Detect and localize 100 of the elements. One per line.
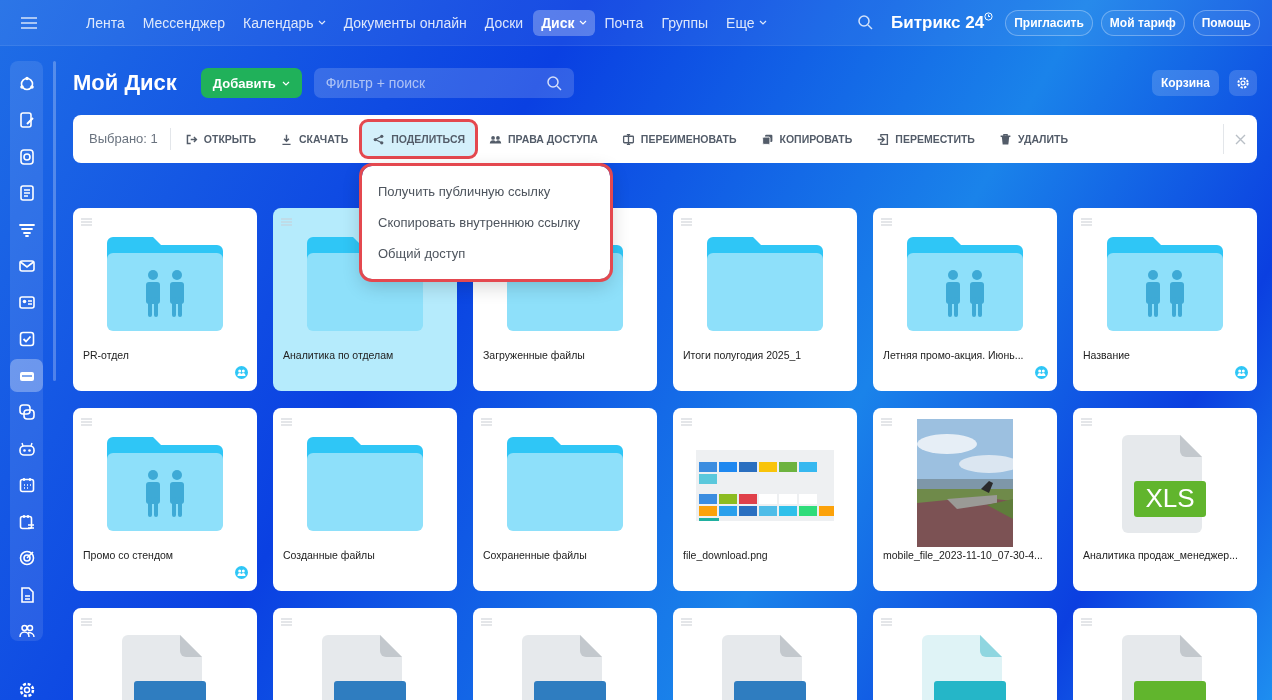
settings-icon[interactable] — [17, 681, 36, 699]
file-card[interactable]: XLS Аналитика продаж_менеджер... — [1073, 408, 1257, 591]
nav-tab[interactable]: Еще — [718, 9, 775, 36]
file-card[interactable]: file_download.png — [673, 408, 857, 591]
drag-handle-icon[interactable] — [81, 418, 92, 426]
file-name: Итоги полугодия 2025_1 — [682, 348, 802, 361]
chevron-icon — [281, 80, 290, 86]
drag-handle-icon[interactable] — [481, 418, 492, 426]
header-button[interactable]: Пригласить — [1005, 9, 1093, 36]
folder-icon — [307, 434, 423, 531]
nav-tab[interactable]: Доски — [476, 9, 532, 36]
nav-tab[interactable]: Почта — [596, 9, 652, 36]
chevron-icon — [578, 20, 587, 25]
drag-handle-icon[interactable] — [81, 218, 92, 226]
checkbox-icon — [17, 330, 36, 348]
menu-icon[interactable] — [20, 16, 37, 29]
trash-button[interactable]: Корзина — [1151, 70, 1219, 96]
nav-tab[interactable]: Группы — [653, 9, 717, 36]
nav-tab[interactable]: Календарь — [235, 9, 334, 36]
folder-icon — [507, 434, 623, 531]
nav-tab[interactable]: Лента — [78, 9, 133, 36]
toolbar-action[interactable]: ОТКРЫТЬ — [174, 122, 267, 156]
clock-icon — [984, 12, 994, 21]
trash-icon — [998, 132, 1012, 146]
drag-handle-icon[interactable] — [881, 218, 892, 226]
file-name: PR-отдел — [82, 348, 129, 361]
toolbar-action[interactable]: КОПИРОВАТЬ — [750, 122, 863, 156]
settings-icon — [1236, 76, 1250, 90]
file-name: Сохраненные файлы — [482, 548, 587, 561]
shared-folder-icon — [107, 234, 223, 331]
toolbar-action[interactable]: ПРАВА ДОСТУПА — [479, 122, 608, 156]
file-card[interactable]: Сохраненные файлы — [473, 408, 657, 591]
search-icon[interactable] — [858, 15, 873, 30]
shared-folder-icon — [107, 434, 223, 531]
file-name: Аналитика продаж_менеджер... — [1082, 548, 1238, 561]
chevron-icon — [317, 20, 326, 25]
people-icon — [17, 622, 36, 640]
drag-handle-icon[interactable] — [281, 618, 292, 626]
drag-handle-icon[interactable] — [681, 218, 692, 226]
file-card[interactable]: mobile_file_2023-11-10_07-30-4... — [873, 408, 1057, 591]
drag-handle-icon[interactable] — [881, 618, 892, 626]
toolbar-action[interactable]: ПЕРЕИМЕНОВАТЬ — [611, 122, 747, 156]
schedule-icon — [17, 512, 36, 531]
file-card[interactable]: Созданные файлы — [273, 408, 457, 591]
download-icon — [280, 132, 294, 146]
folder-icon — [707, 234, 823, 331]
nav-tab[interactable]: Мессенджер — [134, 9, 233, 36]
contact-card-icon — [17, 293, 36, 312]
file-type-label: XLS — [1134, 480, 1206, 517]
people-badge-icon — [1035, 366, 1048, 379]
search-icon[interactable] — [546, 75, 562, 91]
file-name: Летняя промо-акция. Июнь... — [882, 348, 1024, 361]
file-card[interactable]: Название — [1073, 208, 1257, 391]
toolbar-action[interactable]: СКАЧАТЬ — [270, 122, 359, 156]
file-name: Название — [1082, 348, 1130, 361]
file-card[interactable]: Промо со стендом — [73, 408, 257, 591]
people-badge-icon — [1235, 366, 1248, 379]
people-badge-icon — [235, 566, 248, 579]
document-icon — [17, 184, 36, 202]
copy-icon — [760, 132, 774, 146]
nav-tab[interactable]: Диск — [533, 9, 595, 36]
drag-handle-icon[interactable] — [881, 418, 892, 426]
drag-handle-icon[interactable] — [1081, 618, 1092, 626]
page-title: Мой Диск — [73, 70, 177, 96]
close-icon — [1235, 133, 1246, 145]
file-card[interactable]: Итоги полугодия 2025_1 — [673, 208, 857, 391]
drag-handle-icon[interactable] — [481, 618, 492, 626]
settings-button[interactable] — [1229, 70, 1257, 96]
file-name: Аналитика по отделам — [282, 348, 394, 361]
file-card[interactable]: Летняя промо-акция. Июнь... — [873, 208, 1057, 391]
sidebar-item[interactable] — [10, 359, 43, 392]
chat-icon — [17, 403, 36, 421]
drag-handle-icon[interactable] — [281, 418, 292, 426]
toolbar-action[interactable]: УДАЛИТЬ — [988, 122, 1078, 156]
toolbar-action[interactable]: ПОДЕЛИТЬСЯ — [362, 122, 476, 156]
drag-handle-icon[interactable] — [1081, 218, 1092, 226]
move-icon — [876, 132, 890, 146]
toolbar-action[interactable]: ПЕРЕМЕСТИТЬ — [866, 122, 985, 156]
file-name: Созданные файлы — [282, 548, 375, 561]
shared-folder-icon — [907, 234, 1023, 331]
nav-tab[interactable]: Документы онлайн — [335, 9, 475, 36]
rename-icon — [621, 132, 635, 146]
menu-item[interactable]: Получить публичную ссылку — [362, 176, 567, 207]
drag-handle-icon[interactable] — [1081, 418, 1092, 426]
header-button[interactable]: Мой тариф — [1100, 9, 1185, 36]
target-icon — [17, 549, 36, 567]
share-icon — [372, 132, 386, 146]
logo: Битрикс 24 — [891, 12, 985, 33]
people-badge-icon — [235, 366, 248, 379]
drag-handle-icon[interactable] — [681, 618, 692, 626]
header-button[interactable]: Помощь — [1192, 9, 1260, 36]
open-icon — [184, 132, 198, 146]
shared-folder-icon — [1107, 234, 1223, 331]
mail-icon — [17, 257, 36, 275]
file-name: file_download.png — [682, 548, 768, 561]
file-card[interactable]: PR-отдел — [73, 208, 257, 391]
drag-handle-icon[interactable] — [81, 618, 92, 626]
file-name: Промо со стендом — [82, 548, 174, 561]
calendar-icon — [17, 476, 36, 494]
drag-handle-icon[interactable] — [681, 418, 692, 426]
